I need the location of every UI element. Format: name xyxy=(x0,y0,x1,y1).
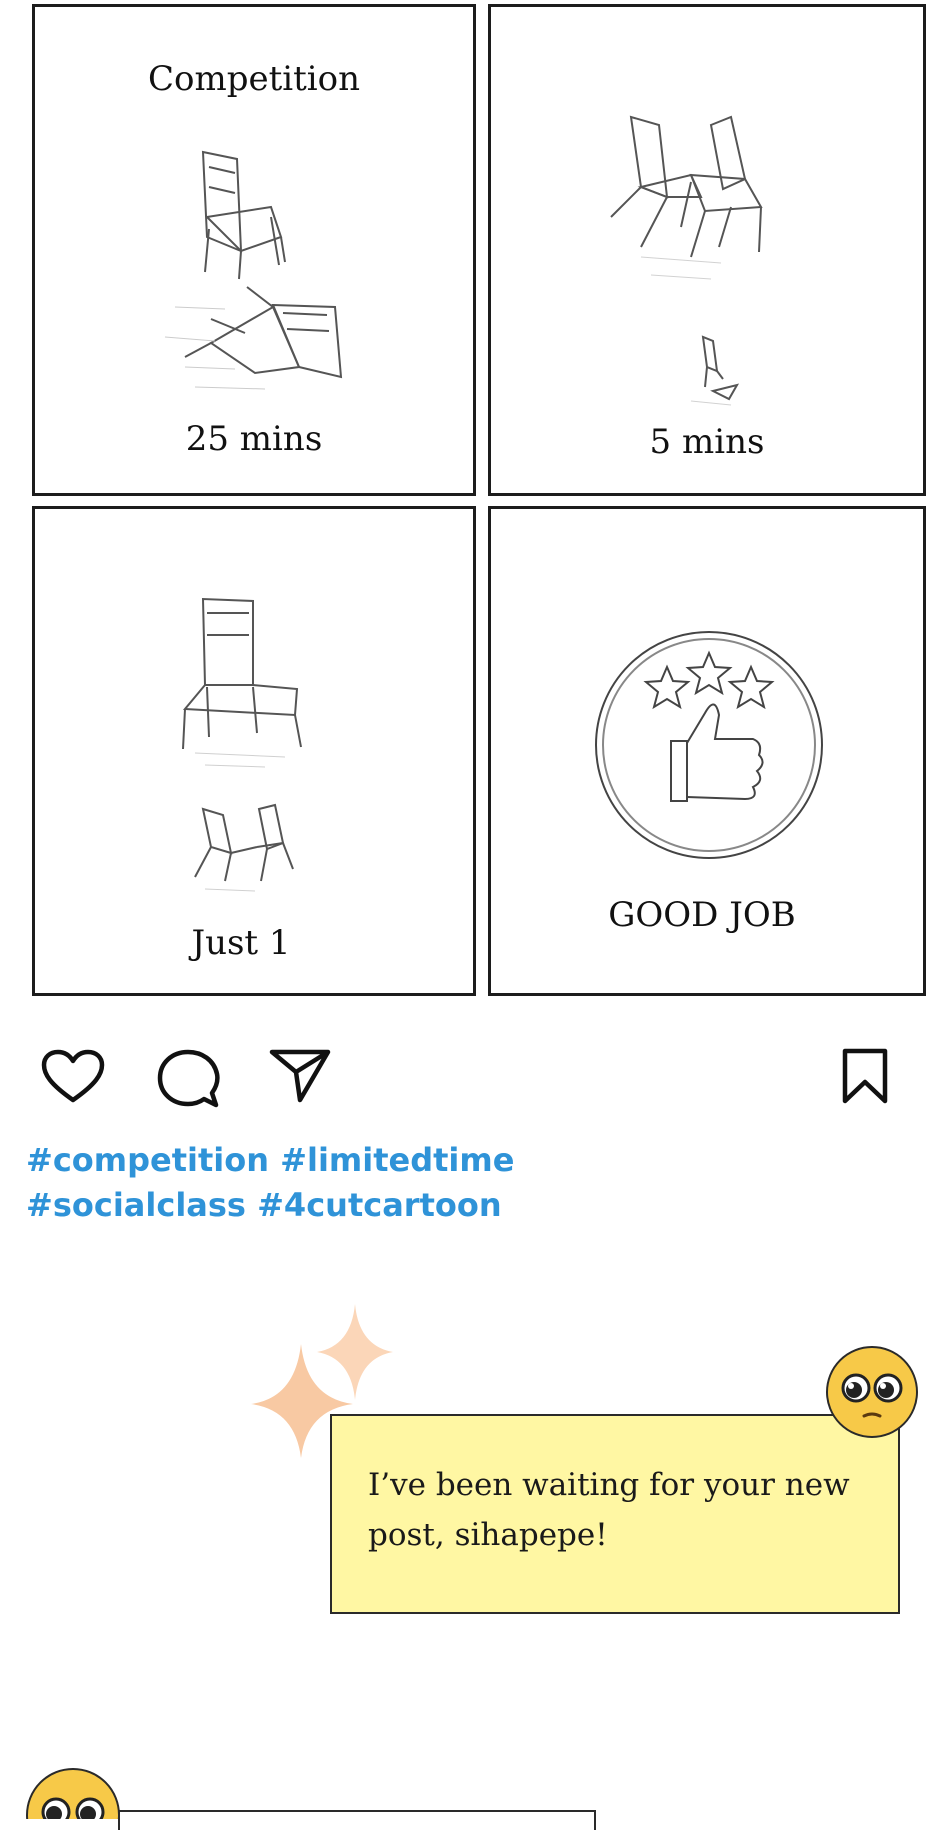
hashtags: #competition #limitedtime #socialclass #… xyxy=(26,1138,514,1228)
bookmark-icon[interactable] xyxy=(840,1046,890,1106)
speech-bubble-icon[interactable] xyxy=(156,1048,220,1110)
panel-2-time-label: 5 mins xyxy=(649,422,765,462)
pleading-face-icon xyxy=(26,1768,120,1819)
comment-card-partial xyxy=(118,1810,596,1830)
hashtag-line-1[interactable]: #competition #limitedtime xyxy=(26,1138,514,1183)
paper-plane-icon[interactable] xyxy=(268,1046,332,1104)
panel-3-label: Just 1 xyxy=(191,923,291,963)
hashtag-line-2[interactable]: #socialclass #4cutcartoon xyxy=(26,1183,514,1228)
comment-card: I’ve been waiting for your new post, sih… xyxy=(330,1414,900,1614)
panel-1-time-label: 25 mins xyxy=(185,419,323,459)
comic-panel-1: Competition 25 mins xyxy=(32,4,476,496)
heart-icon[interactable] xyxy=(40,1048,106,1106)
comic-panel-4: GOOD JOB xyxy=(488,506,926,996)
panel-4-label: GOOD JOB xyxy=(608,895,796,935)
comic-panel-3: Just 1 xyxy=(32,506,476,996)
comic-panel-2: 5 mins xyxy=(488,4,926,496)
pleading-face-icon xyxy=(826,1346,918,1438)
comment-text: I’ve been waiting for your new post, sih… xyxy=(368,1467,850,1553)
